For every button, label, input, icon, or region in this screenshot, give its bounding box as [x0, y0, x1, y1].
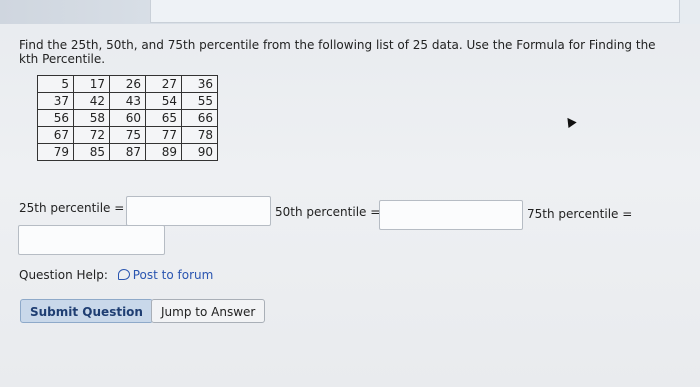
- table-cell: 27: [145, 75, 182, 93]
- table-cell: 75: [109, 126, 146, 144]
- table-cell: 77: [145, 126, 182, 144]
- table-cell: 89: [145, 143, 182, 161]
- p25-input[interactable]: [126, 196, 271, 226]
- table-cell: 65: [145, 109, 182, 127]
- top-bar-panel: [150, 0, 680, 23]
- table-cell: 66: [181, 109, 218, 127]
- table-cell: 17: [73, 75, 110, 93]
- table-cell: 78: [181, 126, 218, 144]
- top-bar: [0, 0, 700, 24]
- table-cell: 37: [37, 92, 74, 110]
- table-cell: 42: [73, 92, 110, 110]
- table-cell: 54: [145, 92, 182, 110]
- data-table-body: 5 17 26 27 36 37 42 43 54 55 56 58 60 65 66 67 72 75 77 78 7…: [37, 75, 218, 161]
- table-cell: 79: [37, 143, 74, 161]
- mouse-cursor-icon: [563, 114, 577, 129]
- post-to-forum-label: Post to forum: [132, 268, 214, 282]
- p50-label: 50th percentile =: [275, 205, 381, 219]
- table-cell: 55: [181, 92, 218, 110]
- table-row: 79 85 87 89 90: [37, 143, 218, 161]
- chat-bubble-icon: [117, 269, 130, 280]
- table-row: 37 42 43 54 55: [37, 92, 218, 110]
- jump-to-answer-button[interactable]: Jump to Answer: [151, 299, 266, 323]
- table-cell: 85: [73, 143, 110, 161]
- table-cell: 58: [73, 109, 110, 127]
- table-cell: 67: [37, 126, 74, 144]
- table-cell: 26: [109, 75, 146, 93]
- table-cell: 36: [181, 75, 218, 93]
- table-cell: 43: [109, 92, 146, 110]
- table-cell: 56: [37, 109, 74, 127]
- table-cell: 5: [37, 75, 74, 93]
- question-text: Find the 25th, 50th, and 75th percentile…: [19, 38, 656, 66]
- table-cell: 72: [73, 126, 110, 144]
- table-cell: 90: [181, 143, 218, 161]
- p75-label: 75th percentile =: [527, 207, 633, 221]
- question-help: Question Help: Post to forum: [19, 268, 213, 282]
- table-row: 5 17 26 27 36: [37, 75, 218, 93]
- p25-label: 25th percentile =: [19, 201, 125, 215]
- table-row: 56 58 60 65 66: [37, 109, 218, 127]
- table-cell: 87: [109, 143, 146, 161]
- question-help-label: Question Help:: [19, 268, 108, 282]
- submit-question-button[interactable]: Submit Question: [20, 299, 153, 323]
- post-to-forum-link[interactable]: Post to forum: [117, 268, 214, 282]
- data-table: 5 17 26 27 36 37 42 43 54 55 56 58 60 65 66 67 72 75 77 78 7…: [37, 75, 218, 161]
- p50-input[interactable]: [379, 200, 523, 230]
- table-cell: 60: [109, 109, 146, 127]
- table-row: 67 72 75 77 78: [37, 126, 218, 144]
- p75-input[interactable]: [18, 225, 165, 255]
